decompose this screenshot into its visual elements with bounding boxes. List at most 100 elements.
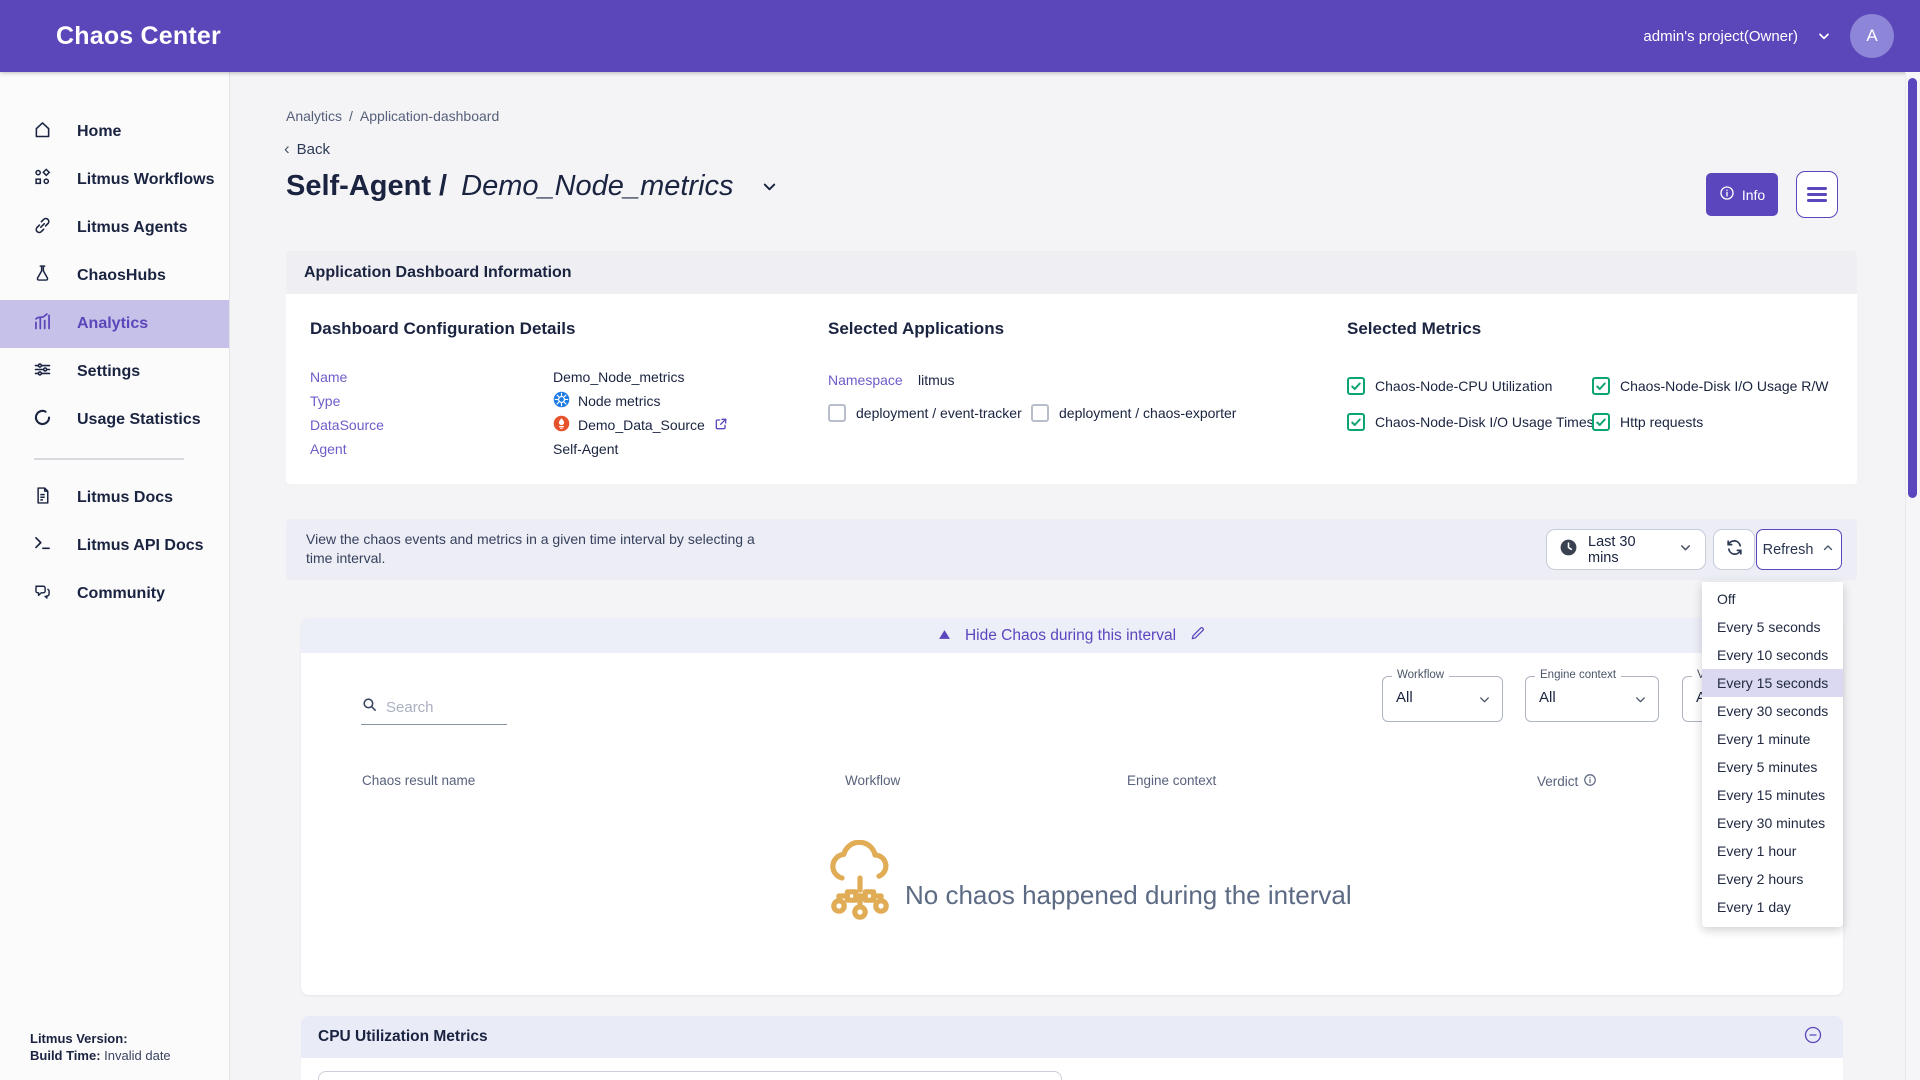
vertical-scrollbar[interactable] — [1905, 72, 1920, 1080]
column-header-workflow: Workflow — [845, 773, 900, 788]
checkbox-label: deployment / chaos-exporter — [1059, 405, 1236, 421]
sidebar-item-usage-statistics[interactable]: Usage Statistics — [0, 396, 229, 444]
info-icon — [1719, 185, 1735, 204]
checkbox-unchecked[interactable] — [828, 404, 846, 422]
menu-item-every-1-minute[interactable]: Every 1 minute — [1702, 725, 1843, 753]
breadcrumb-analytics[interactable]: Analytics — [286, 108, 342, 124]
refresh-now-button[interactable] — [1713, 529, 1755, 570]
clock-icon — [1559, 538, 1578, 562]
info-circle-icon[interactable] — [1583, 773, 1597, 790]
menu-item-every-15-minutes[interactable]: Every 15 minutes — [1702, 781, 1843, 809]
sidebar-item-chaoshubs[interactable]: ChaosHubs — [0, 252, 229, 300]
build-time-label: Build Time: — [30, 1048, 101, 1063]
checkbox-unchecked[interactable] — [1031, 404, 1049, 422]
refresh-icon — [1724, 537, 1745, 563]
menu-item-every-10-seconds[interactable]: Every 10 seconds — [1702, 641, 1843, 669]
type-value: Node metrics — [553, 391, 660, 411]
column-header-engine-context: Engine context — [1127, 773, 1216, 788]
project-selector-label[interactable]: admin's project(Owner) — [1643, 28, 1798, 45]
community-chat-icon — [32, 581, 53, 607]
hide-chaos-toggle-bar[interactable]: Hide Chaos during this interval — [301, 618, 1843, 653]
menu-item-every-30-minutes[interactable]: Every 30 minutes — [1702, 809, 1843, 837]
filter-value: All — [1396, 689, 1413, 706]
chaos-results-card: Hide Chaos during this interval Workflow… — [301, 618, 1843, 995]
checkbox-checked[interactable] — [1592, 413, 1610, 431]
hide-chaos-label: Hide Chaos during this interval — [965, 627, 1176, 645]
info-button[interactable]: Info — [1706, 173, 1778, 216]
chevron-down-icon — [1633, 692, 1648, 712]
app-title: Chaos Center — [0, 22, 221, 51]
menu-item-every-5-minutes[interactable]: Every 5 minutes — [1702, 753, 1843, 781]
workflows-icon — [32, 167, 53, 193]
sidebar-item-litmus-workflows[interactable]: Litmus Workflows — [0, 156, 229, 204]
application-checkbox-row: deployment / event-tracker — [828, 404, 1022, 422]
menu-item-every-1-hour[interactable]: Every 1 hour — [1702, 837, 1843, 865]
checkbox-checked[interactable] — [1347, 377, 1365, 395]
top-header-bar: Chaos Center admin's project(Owner) A — [0, 0, 1920, 72]
sidebar-item-home[interactable]: Home — [0, 108, 229, 156]
search-field[interactable] — [361, 696, 507, 725]
sidebar-item-litmus-agents[interactable]: Litmus Agents — [0, 204, 229, 252]
menu-item-every-1-day[interactable]: Every 1 day — [1702, 893, 1843, 921]
sidebar-item-label: Usage Statistics — [77, 411, 201, 429]
menu-item-every-15-seconds[interactable]: Every 15 seconds — [1702, 669, 1843, 697]
cpu-section-body — [301, 1058, 1843, 1080]
workflow-filter-select[interactable]: Workflow All — [1382, 676, 1503, 722]
checkbox-label: Chaos-Node-CPU Utilization — [1375, 378, 1552, 394]
collapse-minus-icon[interactable] — [1803, 1025, 1823, 1050]
menu-item-every-2-hours[interactable]: Every 2 hours — [1702, 865, 1843, 893]
back-label: Back — [297, 141, 330, 158]
menu-item-every-30-seconds[interactable]: Every 30 seconds — [1702, 697, 1843, 725]
chevron-down-icon[interactable] — [1816, 28, 1832, 44]
chevron-down-icon[interactable] — [760, 177, 779, 196]
sidebar-item-label: Litmus API Docs — [77, 537, 204, 555]
version-info: Litmus Version: Build Time: Invalid date — [30, 1030, 171, 1064]
sidebar-item-label: Litmus Workflows — [77, 171, 215, 189]
edit-pencil-icon[interactable] — [1190, 625, 1206, 646]
sidebar-item-litmus-api-docs[interactable]: Litmus API Docs — [0, 522, 229, 570]
triangle-up-icon — [938, 627, 951, 645]
dashboard-options-button[interactable] — [1796, 171, 1838, 218]
engine-context-filter-select[interactable]: Engine context All — [1525, 676, 1659, 722]
chevron-up-icon — [1821, 541, 1835, 559]
refresh-interval-button[interactable]: Refresh — [1756, 529, 1842, 570]
application-checkbox-row: deployment / chaos-exporter — [1031, 404, 1236, 422]
page-title: Self-Agent / Demo_Node_metrics — [286, 170, 779, 203]
sidebar-item-label: Litmus Docs — [77, 489, 173, 507]
sidebar-divider — [34, 458, 184, 460]
avatar[interactable]: A — [1850, 14, 1894, 58]
agents-link-icon — [32, 215, 53, 241]
sidebar-item-label: Home — [77, 123, 121, 141]
datasource-value: Demo_Data_Source — [553, 415, 729, 435]
sidebar-item-label: Analytics — [77, 315, 148, 333]
filter-value: All — [1539, 689, 1556, 706]
time-range-select[interactable]: Last 30 mins — [1546, 529, 1706, 570]
scrollbar-thumb[interactable] — [1908, 78, 1917, 498]
sidebar-item-litmus-docs[interactable]: Litmus Docs — [0, 474, 229, 522]
checkbox-checked[interactable] — [1592, 377, 1610, 395]
external-link-icon[interactable] — [713, 416, 729, 435]
checkbox-label: Chaos-Node-Disk I/O Usage Times — [1375, 414, 1594, 430]
sidebar-item-label: ChaosHubs — [77, 267, 166, 285]
interval-description: View the chaos events and metrics in a g… — [306, 530, 766, 568]
sidebar-item-analytics[interactable]: Analytics — [0, 300, 229, 348]
menu-item-every-5-seconds[interactable]: Every 5 seconds — [1702, 613, 1843, 641]
name-label: Name — [310, 369, 347, 385]
breadcrumb-application-dashboard: Application-dashboard — [360, 108, 499, 124]
version-label: Litmus Version: — [30, 1031, 128, 1046]
selected-applications-title: Selected Applications — [828, 319, 1004, 339]
breadcrumb: Analytics/Application-dashboard — [286, 108, 499, 124]
checkbox-label: deployment / event-tracker — [856, 405, 1022, 421]
hamburger-icon — [1807, 184, 1827, 206]
checkbox-checked[interactable] — [1347, 413, 1365, 431]
page-title-agent: Self-Agent / — [286, 170, 447, 203]
sidebar-item-community[interactable]: Community — [0, 570, 229, 618]
menu-item-off[interactable]: Off — [1702, 585, 1843, 613]
column-header-verdict: Verdict — [1537, 773, 1597, 790]
chevron-down-icon — [1477, 692, 1492, 712]
sidebar-item-settings[interactable]: Settings — [0, 348, 229, 396]
namespace-label[interactable]: Namespace — [828, 372, 903, 388]
info-button-label: Info — [1742, 187, 1765, 203]
search-input[interactable] — [386, 699, 496, 716]
back-button[interactable]: ‹ Back — [284, 139, 330, 159]
